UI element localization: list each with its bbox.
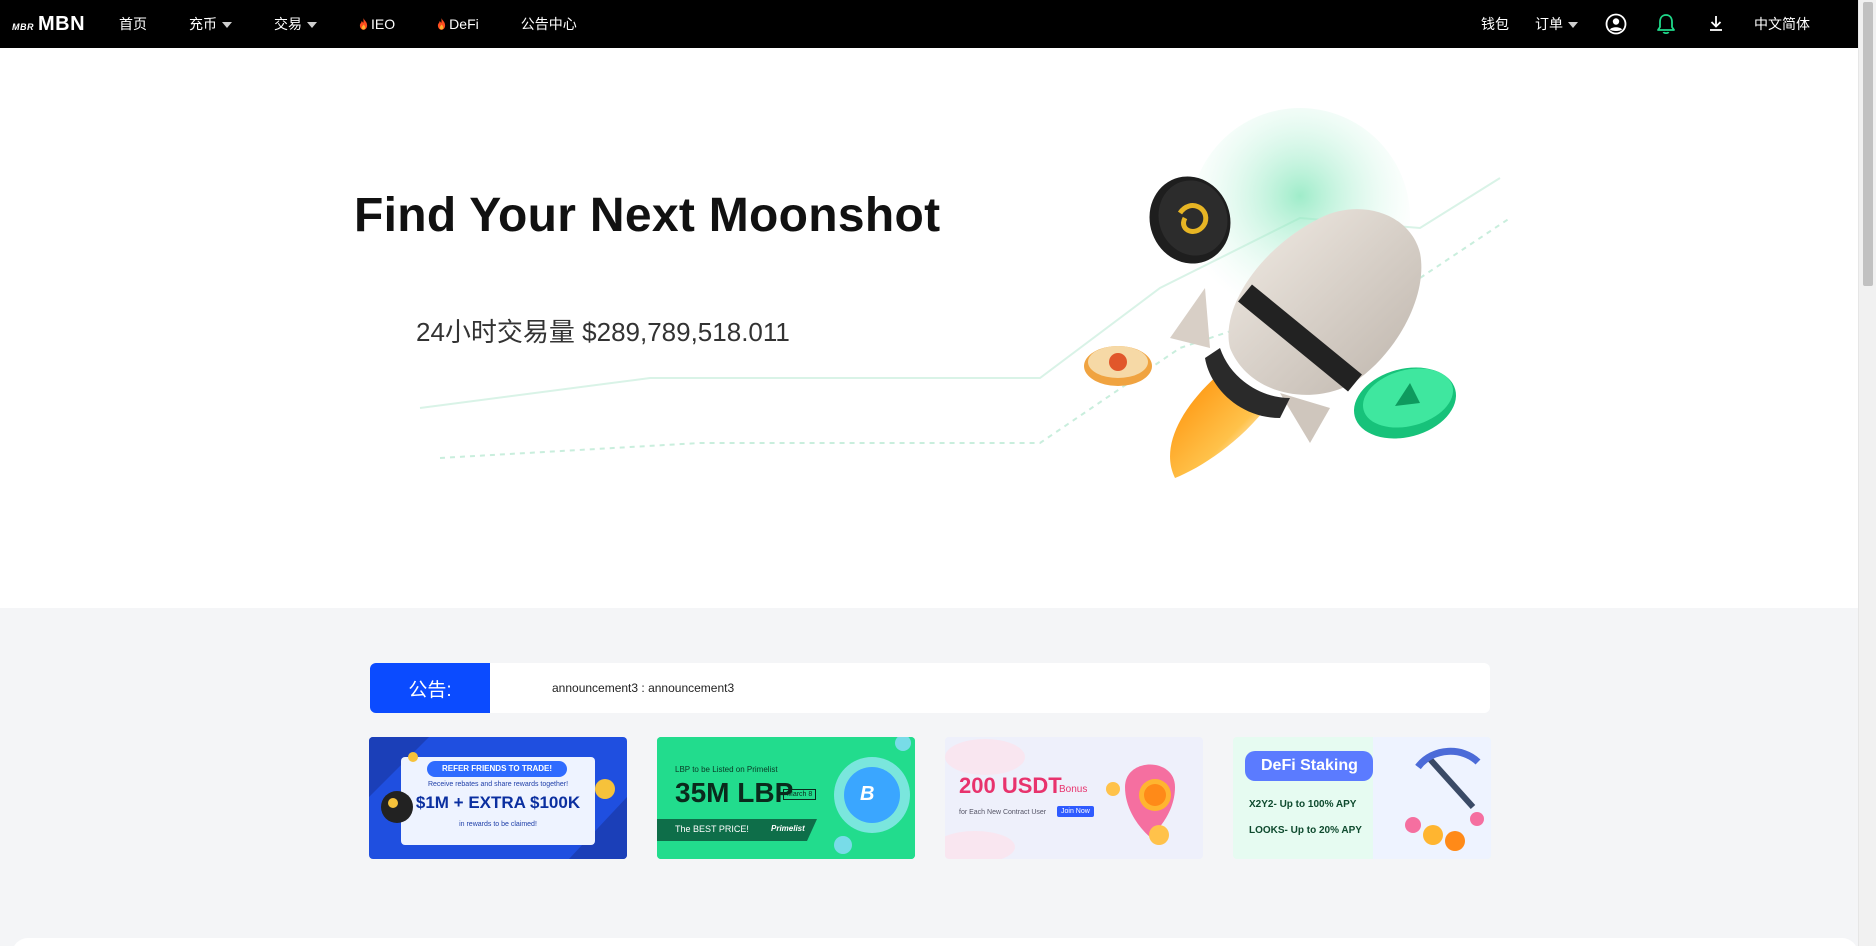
- bell-icon[interactable]: [1654, 12, 1678, 36]
- banner-lbp-logo: B: [860, 783, 875, 805]
- banner-lbp-line3: March 8: [783, 789, 817, 800]
- download-icon[interactable]: [1704, 12, 1728, 36]
- banner-refer-line2: Receive rebates and share rewards togeth…: [427, 781, 569, 788]
- flame-icon: [438, 18, 446, 30]
- banner-refer-line4: in rewards to be claimed!: [459, 821, 537, 828]
- language-label: 中文简体: [1754, 16, 1810, 32]
- logo-small-text: MBR: [12, 21, 34, 32]
- banner-refer-line3: $1M + EXTRA $100K: [415, 793, 581, 812]
- nav-ieo[interactable]: IEO: [359, 16, 395, 32]
- content-card: [12, 938, 1858, 946]
- lower-section: 公告: announcement3 : announcement3 REFER …: [0, 608, 1858, 946]
- nav-announcements[interactable]: 公告中心: [521, 14, 577, 34]
- main-nav: 首页 充币 交易 IEO DeFi 公告中心: [119, 14, 619, 34]
- nav-deposit-label: 充币: [189, 16, 218, 32]
- banner-usdt-line3: for Each New Contract User: [959, 809, 1047, 816]
- banner-defi-line1: DeFi Staking: [1261, 757, 1358, 774]
- banner-usdt-join-button[interactable]: Join Now: [1057, 806, 1094, 817]
- banner-usdt-bonus[interactable]: 200 USDT Bonus for Each New Contract Use…: [945, 737, 1203, 859]
- top-navbar: MBR MBN 首页 充币 交易 IEO DeFi 公告中心 钱包 订单 中文简…: [0, 0, 1858, 48]
- banner-refer-line1: REFER FRIENDS TO TRADE!: [441, 764, 553, 773]
- nav-trade[interactable]: 交易: [274, 14, 318, 34]
- caret-down-icon: [307, 22, 318, 28]
- banner-defi-line3: LOOKS- Up to 20% APY: [1249, 825, 1362, 836]
- scrollbar-thumb[interactable]: [1863, 2, 1873, 286]
- nav-home[interactable]: 首页: [119, 14, 147, 34]
- banner-lbp-line1: LBP to be Listed on Primelist: [675, 765, 778, 774]
- flame-icon: [359, 18, 368, 30]
- nav-wallet-label: 钱包: [1481, 16, 1509, 32]
- user-icon[interactable]: [1604, 12, 1628, 36]
- caret-down-icon: [1568, 22, 1578, 28]
- hero-illustration: [419, 108, 1511, 478]
- banner-refer-friends[interactable]: REFER FRIENDS TO TRADE! Receive rebates …: [369, 737, 627, 859]
- nav-deposit[interactable]: 充币: [189, 14, 233, 34]
- page-scrollbar[interactable]: [1858, 0, 1876, 946]
- nav-wallet[interactable]: 钱包: [1481, 14, 1509, 34]
- hero-title: Find Your Next Moonshot: [354, 189, 941, 242]
- announcement-bar[interactable]: 公告: announcement3 : announcement3: [370, 663, 1490, 713]
- nav-orders[interactable]: 订单: [1535, 14, 1578, 34]
- promo-banners: REFER FRIENDS TO TRADE! Receive rebates …: [369, 737, 1491, 859]
- banner-defi-staking[interactable]: DeFi Staking X2Y2- Up to 100% APY LOOKS-…: [1233, 737, 1491, 859]
- logo-text: MBN: [38, 12, 86, 35]
- caret-down-icon: [222, 22, 233, 28]
- nav-ieo-label: IEO: [371, 16, 396, 32]
- nav-announcements-label: 公告中心: [520, 16, 577, 32]
- banner-usdt-line2: Bonus: [1059, 784, 1088, 795]
- announcement-label: 公告:: [370, 663, 490, 713]
- nav-trade-label: 交易: [274, 16, 303, 32]
- nav-home-label: 首页: [119, 16, 148, 32]
- logo[interactable]: MBR MBN: [12, 13, 85, 36]
- banner-lbp-line4: The BEST PRICE!: [675, 824, 749, 834]
- trading-volume: 24小时交易量 $289,789,518.011: [416, 317, 790, 347]
- nav-orders-label: 订单: [1535, 16, 1563, 32]
- announcement-text[interactable]: announcement3 : announcement3: [552, 681, 734, 695]
- nav-defi[interactable]: DeFi: [437, 16, 479, 32]
- banner-defi-art: [1233, 737, 1491, 859]
- banner-lbp-line5: Primelist: [771, 824, 805, 833]
- nav-right: 钱包 订单 中文简体: [1455, 0, 1810, 48]
- banner-lbp-line2: 35M LBP: [675, 777, 794, 808]
- banner-usdt-line1: 200 USDT: [959, 773, 1062, 798]
- language-selector[interactable]: 中文简体: [1754, 14, 1810, 34]
- banner-lbp-listing[interactable]: LBP to be Listed on Primelist 35M LBP Ma…: [657, 737, 915, 859]
- nav-defi-label: DeFi: [449, 16, 479, 32]
- hero-section: Find Your Next Moonshot 24小时交易量 $289,789…: [0, 48, 1858, 608]
- banner-defi-line2: X2Y2- Up to 100% APY: [1249, 799, 1357, 810]
